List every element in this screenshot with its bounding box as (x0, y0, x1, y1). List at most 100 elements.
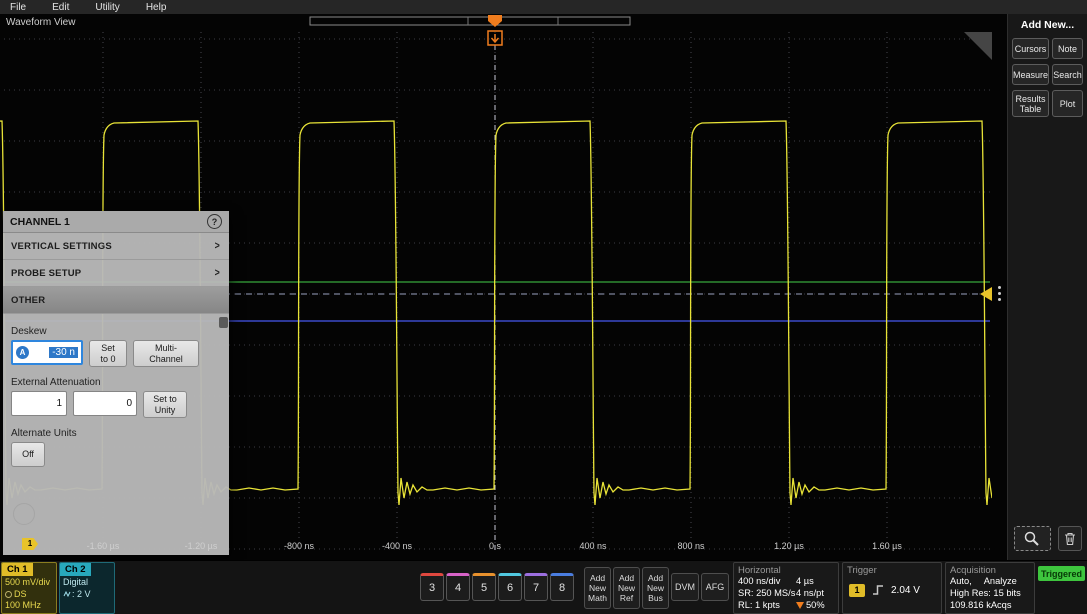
dialog-header[interactable]: CHANNEL 1 ? (3, 211, 229, 233)
dialog-title: CHANNEL 1 (10, 216, 70, 228)
rising-edge-icon (871, 583, 885, 597)
sample-interval: 4 ns/pt (796, 588, 834, 600)
add-math-button[interactable]: Add New Math (584, 567, 611, 609)
horizontal-title: Horizontal (734, 563, 838, 576)
other-section-body: Deskew A -30 n Set to 0 Multi- Channel E… (3, 314, 229, 467)
external-attenuation-label: External Attenuation (11, 377, 221, 388)
add-bus-button[interactable]: Add New Bus (642, 567, 669, 609)
add-measure-button[interactable]: Measure (1012, 64, 1049, 85)
add-note-button[interactable]: Note (1052, 38, 1083, 59)
horizontal-panel[interactable]: Horizontal 400 ns/div 4 µs SR: 250 MS/s … (733, 562, 839, 614)
ch2-threshold: : 2 V (72, 589, 91, 599)
sample-rate: SR: 250 MS/s (738, 588, 796, 600)
acquisition-resolution: High Res: 15 bits (950, 588, 1030, 600)
axis-label: -800 ns (250, 541, 348, 551)
zoom-corner-handle[interactable] (964, 32, 992, 60)
menu-utility[interactable]: Utility (95, 2, 119, 13)
add-plot-button[interactable]: Plot (1052, 90, 1083, 117)
ch2-mode: Digital (63, 577, 111, 589)
panel-splitter-handle[interactable] (998, 286, 1001, 289)
trigger-source-badge: 1 (849, 584, 865, 597)
expansion-point-marker[interactable] (488, 31, 502, 45)
status-bar: Ch 1 500 mV/div DS 100 MHz Ch 2 Digital … (0, 560, 1087, 614)
menu-help[interactable]: Help (146, 2, 167, 13)
section-label: PROBE SETUP (11, 268, 81, 279)
horizontal-scale: 400 ns/div (738, 576, 796, 588)
section-label: OTHER (11, 295, 45, 306)
section-label: VERTICAL SETTINGS (11, 241, 112, 252)
set-to-zero-button[interactable]: Set to 0 (89, 340, 127, 367)
ch1-bandwidth: 100 MHz (5, 600, 53, 612)
deskew-value: -30 n (49, 347, 78, 358)
menu-edit[interactable]: Edit (52, 2, 69, 13)
menu-bar: File Edit Utility Help (0, 0, 1087, 14)
trigger-title: Trigger (843, 563, 941, 576)
acquisition-count: 109.816 kAcqs (950, 600, 1030, 612)
axis-label: -1.60 µs (54, 541, 152, 551)
channel-4-button[interactable]: 4 (446, 573, 470, 601)
add-search-button[interactable]: Search (1052, 64, 1083, 85)
acquisition-analyze: Analyze (984, 576, 1017, 588)
channel-3-button[interactable]: 3 (420, 573, 444, 601)
acquisition-panel[interactable]: Acquisition Auto, Analyze High Res: 15 b… (945, 562, 1035, 614)
record-view-ruler[interactable] (310, 17, 630, 25)
axis-label: 1.60 µs (838, 541, 936, 551)
sidebar-title: Add New... (1008, 19, 1087, 31)
chevron-right-icon: > (215, 267, 220, 279)
help-button[interactable]: ? (207, 214, 222, 229)
channel-7-button[interactable]: 7 (524, 573, 548, 601)
ch1-coupling: DS (14, 589, 27, 599)
channel-8-button[interactable]: 8 (550, 573, 574, 601)
position-icon (796, 602, 804, 609)
knob-ghost-icon (13, 503, 35, 525)
add-cursors-button[interactable]: Cursors (1012, 38, 1049, 59)
deskew-label: Deskew (11, 326, 221, 337)
ch2-chip: Ch 2 (60, 563, 91, 576)
waveform-view-title[interactable]: Waveform View (6, 17, 75, 28)
alternate-units-toggle[interactable]: Off (11, 442, 45, 467)
horizontal-axis: -1.60 µs-1.20 µs-800 ns-400 ns0 s400 ns8… (0, 541, 994, 553)
other-section[interactable]: OTHER (3, 287, 229, 314)
axis-label: 0 s (446, 541, 544, 551)
chevron-right-icon: > (215, 240, 220, 252)
channel1-dialog: CHANNEL 1 ? VERTICAL SETTINGS > PROBE SE… (3, 211, 229, 555)
deskew-input[interactable]: A -30 n (11, 340, 83, 365)
alternate-units-label: Alternate Units (11, 428, 221, 439)
trigger-level: 2.04 V (891, 585, 920, 596)
ch1-badge[interactable]: Ch 1 500 mV/div DS 100 MHz (1, 562, 57, 614)
ch1-scale: 500 mV/div (5, 577, 53, 589)
channel-buttons: 345678 (420, 573, 574, 601)
trash-button[interactable] (1058, 526, 1082, 551)
horizontal-position: 50% (806, 600, 825, 612)
acquisition-mode: Auto, (950, 576, 972, 588)
add-results-table-button[interactable]: Results Table (1012, 90, 1049, 117)
probe-setup-section[interactable]: PROBE SETUP > (3, 260, 229, 287)
trigger-panel[interactable]: Trigger 1 2.04 V (842, 562, 942, 614)
ext-atten-db-input[interactable]: 0 (73, 391, 137, 416)
probe-icon (63, 590, 72, 598)
trash-icon (1063, 531, 1077, 546)
afg-button[interactable]: AFG (701, 573, 729, 601)
vertical-settings-section[interactable]: VERTICAL SETTINGS > (3, 233, 229, 260)
multi-channel-button[interactable]: Multi- Channel (133, 340, 199, 367)
add-new-sidebar: Add New... Cursors Note Measure Search R… (1007, 14, 1087, 560)
channel-5-button[interactable]: 5 (472, 573, 496, 601)
set-to-unity-button[interactable]: Set to Unity (143, 391, 187, 418)
zoom-box-button[interactable] (1014, 526, 1051, 551)
ch2-badge[interactable]: Ch 2 Digital : 2 V (59, 562, 115, 614)
magnifier-icon (1023, 530, 1041, 548)
add-ref-button[interactable]: Add New Ref (613, 567, 640, 609)
ch1-chip: Ch 1 (2, 563, 33, 576)
coupling-icon (5, 591, 12, 598)
horizontal-window: 4 µs (796, 576, 834, 588)
dvm-button[interactable]: DVM (671, 573, 699, 601)
ext-atten-linear-input[interactable]: 1 (11, 391, 67, 416)
menu-file[interactable]: File (10, 2, 26, 13)
knob-a-icon: A (16, 346, 29, 359)
triggered-status-badge: Triggered (1038, 566, 1085, 581)
waveform-view: Waveform View -1.60 µs-1.20 µs-800 ns-40… (0, 14, 1007, 560)
ch1-level-marker[interactable] (980, 287, 992, 301)
channel-6-button[interactable]: 6 (498, 573, 522, 601)
add-new-group: Add New Math Add New Ref Add New Bus (584, 567, 669, 609)
axis-label: -400 ns (348, 541, 446, 551)
